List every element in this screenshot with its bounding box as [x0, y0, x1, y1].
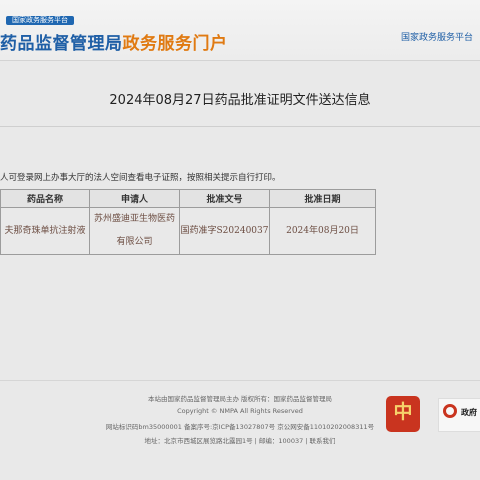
approval-table: 药品名称 申请人 批准文号 批准日期 夫那奇珠单抗注射液 苏州盛迪亚生物医药有限… — [0, 189, 376, 255]
gov-website-badge[interactable]: 政府 — [438, 398, 480, 432]
col-applicant: 申请人 — [89, 189, 180, 208]
col-approval-number: 批准文号 — [179, 189, 270, 208]
gov-badge-icon — [443, 404, 457, 418]
cell-applicant: 苏州盛迪亚生物医药有限公司 — [89, 207, 180, 255]
gov-badge-label: 政府 — [461, 408, 477, 417]
table-header-row: 药品名称 申请人 批准文号 批准日期 — [0, 189, 376, 208]
footer-divider — [0, 380, 480, 381]
table-row: 夫那奇珠单抗注射液 苏州盛迪亚生物医药有限公司 国药准字S20240037 20… — [0, 207, 376, 255]
notice-text: 人可登录网上办事大厅的法人空间查看电子证照，按照相关提示自行打印。 — [0, 173, 281, 183]
cell-approval-number: 国药准字S20240037 — [179, 207, 270, 255]
site-logo[interactable]: 药品监督管理局政务服务门户 — [0, 29, 228, 54]
party-emblem-badge[interactable]: 中 — [386, 396, 420, 432]
platform-tagline[interactable]: 国家政务服务平台 — [6, 16, 74, 25]
gov-service-link[interactable]: 国家政务服务平台 — [401, 30, 473, 43]
page-title: 2024年08月27日药品批准证明文件送达信息 — [109, 93, 371, 108]
logo-main-text: 药品监督管理局 — [0, 34, 123, 54]
cell-drug-name: 夫那奇珠单抗注射液 — [0, 207, 90, 255]
logo-sub-text: 政务服务门户 — [122, 34, 228, 54]
col-approval-date: 批准日期 — [269, 189, 376, 208]
badge-emblem-glyph: 中 — [393, 401, 413, 423]
col-drug-name: 药品名称 — [0, 189, 90, 208]
cell-approval-date: 2024年08月20日 — [269, 207, 376, 255]
title-divider — [0, 126, 480, 127]
footer-address[interactable]: 地址：北京市西城区展览路北露园1号 | 邮编：100037 | 联系我们 — [0, 435, 480, 445]
site-header: 国家政务服务平台 药品监督管理局政务服务门户 国家政务服务平台 — [0, 0, 480, 61]
